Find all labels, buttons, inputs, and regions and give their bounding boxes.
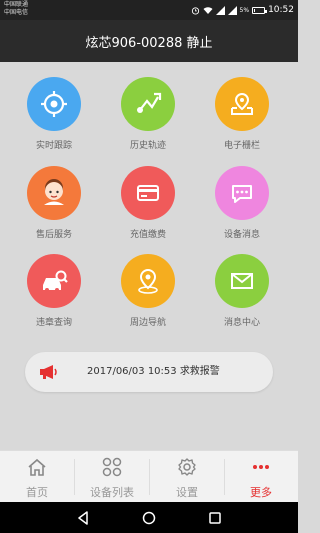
clock: 10:52 (268, 5, 294, 15)
customer-service-icon (27, 166, 81, 220)
location-pin-icon (121, 254, 175, 308)
tile-label: 历史轨迹 (129, 141, 166, 151)
tile-label: 违章查询 (35, 318, 72, 328)
tile-message-center[interactable]: 消息中心 (202, 239, 282, 328)
status-bar: 中国联通 中国电信 5% 10:52 (0, 0, 298, 20)
tile-customer-service[interactable]: 售后服务 (14, 151, 94, 240)
mail-icon (215, 254, 269, 308)
bottom-nav: 首页 设备列表 设置 更多 (0, 450, 298, 502)
signal-icon-2 (227, 5, 237, 15)
tile-recharge[interactable]: 充值缴费 (108, 151, 188, 240)
tile-device-messages[interactable]: 设备消息 (202, 151, 282, 240)
home-circle-icon[interactable] (142, 511, 156, 525)
tile-label: 电子栅栏 (223, 141, 260, 151)
gear-icon (178, 458, 196, 476)
nav-more[interactable]: 更多 (224, 451, 298, 503)
carrier-info: 中国联通 中国电信 (4, 1, 28, 17)
tile-label: 实时跟踪 (35, 141, 72, 151)
nav-label: 首页 (26, 486, 48, 499)
back-triangle-icon[interactable] (76, 511, 90, 525)
tile-realtime-tracking[interactable]: 实时跟踪 (14, 62, 94, 151)
carrier-1: 中国联通 (4, 1, 29, 8)
geofence-icon (215, 77, 269, 131)
chat-bubble-icon (215, 166, 269, 220)
alarm-icon (191, 6, 199, 15)
recharge-card-icon (121, 166, 175, 220)
violation-search-icon (27, 254, 81, 308)
nav-settings[interactable]: 设置 (150, 451, 224, 503)
home-icon (28, 458, 46, 476)
battery-icon (252, 6, 268, 14)
tile-violation-query[interactable]: 违章查询 (14, 239, 94, 328)
tile-history-track[interactable]: 历史轨迹 (108, 62, 188, 151)
nav-home[interactable]: 首页 (0, 451, 74, 503)
more-dots-icon (253, 465, 269, 469)
recents-square-icon[interactable] (208, 511, 222, 525)
tile-label: 消息中心 (223, 318, 260, 328)
history-track-icon (121, 77, 175, 131)
nav-label: 设备列表 (90, 486, 134, 499)
status-icons: 5% 10:52 (191, 3, 294, 17)
page-title: 炫芯906-00288 静止 (85, 35, 213, 51)
signal-icon (215, 5, 225, 15)
realtime-tracking-icon (27, 77, 81, 131)
battery-percent: 5% (239, 6, 250, 14)
sos-alert-card[interactable]: 2017/06/03 10:53 求救报警 (25, 352, 273, 392)
nav-device-list[interactable]: 设备列表 (75, 451, 149, 503)
battery-fill (254, 8, 256, 12)
alert-text: 2017/06/03 10:53 求救报警 (87, 366, 220, 377)
carrier-2: 中国电信 (4, 9, 29, 16)
nav-label: 设置 (176, 486, 198, 499)
nav-label: 更多 (250, 486, 272, 499)
megaphone-icon (40, 365, 57, 379)
tile-nearby-navigation[interactable]: 周边导航 (108, 239, 188, 328)
tile-label: 周边导航 (129, 318, 166, 328)
system-nav-bar (0, 502, 298, 533)
wifi-icon (203, 6, 213, 14)
tile-geofence[interactable]: 电子栅栏 (202, 62, 282, 151)
device-list-icon (102, 457, 122, 477)
title-bar: 炫芯906-00288 静止 (0, 20, 298, 62)
